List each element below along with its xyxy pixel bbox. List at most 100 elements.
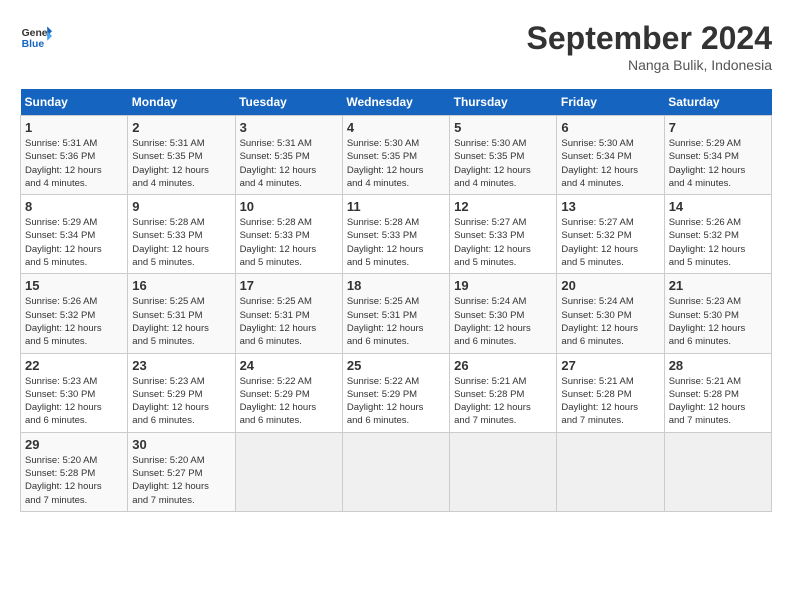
day-info: Sunrise: 5:24 AM Sunset: 5:30 PM Dayligh… <box>561 295 659 348</box>
day-number: 24 <box>240 358 338 373</box>
day-info: Sunrise: 5:26 AM Sunset: 5:32 PM Dayligh… <box>669 216 767 269</box>
svg-text:Blue: Blue <box>22 39 45 50</box>
day-number: 6 <box>561 120 659 135</box>
day-info: Sunrise: 5:30 AM Sunset: 5:35 PM Dayligh… <box>347 137 445 190</box>
col-thursday: Thursday <box>450 89 557 116</box>
day-number: 25 <box>347 358 445 373</box>
day-info: Sunrise: 5:28 AM Sunset: 5:33 PM Dayligh… <box>347 216 445 269</box>
day-number: 5 <box>454 120 552 135</box>
day-info: Sunrise: 5:21 AM Sunset: 5:28 PM Dayligh… <box>454 375 552 428</box>
day-number: 17 <box>240 278 338 293</box>
day-number: 28 <box>669 358 767 373</box>
table-cell: 17Sunrise: 5:25 AM Sunset: 5:31 PM Dayli… <box>235 274 342 353</box>
table-cell: 15Sunrise: 5:26 AM Sunset: 5:32 PM Dayli… <box>21 274 128 353</box>
day-info: Sunrise: 5:31 AM Sunset: 5:35 PM Dayligh… <box>240 137 338 190</box>
table-cell: 25 Sunrise: 5:22 AM Sunset: 5:29 PM Dayli… <box>342 353 449 432</box>
page-header: General Blue September 2024 Nanga Bulik,… <box>20 20 772 73</box>
table-cell: 20Sunrise: 5:24 AM Sunset: 5:30 PM Dayli… <box>557 274 664 353</box>
table-cell: 5 Sunrise: 5:30 AM Sunset: 5:35 PM Daylig… <box>450 116 557 195</box>
table-cell: 13 Sunrise: 5:27 AM Sunset: 5:32 PM Dayli… <box>557 195 664 274</box>
table-cell: 18 Sunrise: 5:25 AM Sunset: 5:31 PM Dayli… <box>342 274 449 353</box>
calendar-row: 1 Sunrise: 5:31 AM Sunset: 5:36 PM Daylig… <box>21 116 772 195</box>
col-friday: Friday <box>557 89 664 116</box>
table-cell: 30 Sunrise: 5:20 AM Sunset: 5:27 PM Dayli… <box>128 432 235 511</box>
table-cell: 22 Sunrise: 5:23 AM Sunset: 5:30 PM Dayli… <box>21 353 128 432</box>
table-cell: 11 Sunrise: 5:28 AM Sunset: 5:33 PM Dayli… <box>342 195 449 274</box>
table-cell: 23 Sunrise: 5:23 AM Sunset: 5:29 PM Dayli… <box>128 353 235 432</box>
day-info: Sunrise: 5:29 AM Sunset: 5:34 PM Dayligh… <box>25 216 123 269</box>
day-number: 26 <box>454 358 552 373</box>
table-cell <box>235 432 342 511</box>
col-saturday: Saturday <box>664 89 771 116</box>
table-cell <box>557 432 664 511</box>
day-info: Sunrise: 5:23 AM Sunset: 5:30 PM Dayligh… <box>25 375 123 428</box>
table-cell: 12 Sunrise: 5:27 AM Sunset: 5:33 PM Dayli… <box>450 195 557 274</box>
day-info: Sunrise: 5:20 AM Sunset: 5:27 PM Dayligh… <box>132 454 230 507</box>
col-sunday: Sunday <box>21 89 128 116</box>
day-info: Sunrise: 5:27 AM Sunset: 5:33 PM Dayligh… <box>454 216 552 269</box>
day-info: Sunrise: 5:21 AM Sunset: 5:28 PM Dayligh… <box>561 375 659 428</box>
day-number: 15 <box>25 278 123 293</box>
day-info: Sunrise: 5:28 AM Sunset: 5:33 PM Dayligh… <box>132 216 230 269</box>
day-number: 21 <box>669 278 767 293</box>
table-cell: 8Sunrise: 5:29 AM Sunset: 5:34 PM Daylig… <box>21 195 128 274</box>
table-cell: 1 Sunrise: 5:31 AM Sunset: 5:36 PM Daylig… <box>21 116 128 195</box>
day-number: 4 <box>347 120 445 135</box>
day-number: 13 <box>561 199 659 214</box>
table-cell: 7Sunrise: 5:29 AM Sunset: 5:34 PM Daylig… <box>664 116 771 195</box>
day-info: Sunrise: 5:20 AM Sunset: 5:28 PM Dayligh… <box>25 454 123 507</box>
table-cell: 26 Sunrise: 5:21 AM Sunset: 5:28 PM Dayli… <box>450 353 557 432</box>
calendar-row: 8Sunrise: 5:29 AM Sunset: 5:34 PM Daylig… <box>21 195 772 274</box>
day-number: 18 <box>347 278 445 293</box>
table-cell: 6 Sunrise: 5:30 AM Sunset: 5:34 PM Daylig… <box>557 116 664 195</box>
calendar-header-row: Sunday Monday Tuesday Wednesday Thursday… <box>21 89 772 116</box>
logo-icon: General Blue <box>20 20 52 52</box>
calendar-row: 29 Sunrise: 5:20 AM Sunset: 5:28 PM Dayli… <box>21 432 772 511</box>
table-cell: 16 Sunrise: 5:25 AM Sunset: 5:31 PM Dayli… <box>128 274 235 353</box>
day-number: 9 <box>132 199 230 214</box>
day-info: Sunrise: 5:28 AM Sunset: 5:33 PM Dayligh… <box>240 216 338 269</box>
table-cell: 19 Sunrise: 5:24 AM Sunset: 5:30 PM Dayli… <box>450 274 557 353</box>
calendar-table: Sunday Monday Tuesday Wednesday Thursday… <box>20 89 772 512</box>
table-cell <box>342 432 449 511</box>
table-cell: 24 Sunrise: 5:22 AM Sunset: 5:29 PM Dayli… <box>235 353 342 432</box>
day-info: Sunrise: 5:23 AM Sunset: 5:29 PM Dayligh… <box>132 375 230 428</box>
day-info: Sunrise: 5:25 AM Sunset: 5:31 PM Dayligh… <box>132 295 230 348</box>
day-number: 22 <box>25 358 123 373</box>
logo: General Blue <box>20 20 52 52</box>
day-info: Sunrise: 5:22 AM Sunset: 5:29 PM Dayligh… <box>240 375 338 428</box>
day-number: 16 <box>132 278 230 293</box>
table-cell: 9 Sunrise: 5:28 AM Sunset: 5:33 PM Daylig… <box>128 195 235 274</box>
day-number: 10 <box>240 199 338 214</box>
day-number: 2 <box>132 120 230 135</box>
day-info: Sunrise: 5:21 AM Sunset: 5:28 PM Dayligh… <box>669 375 767 428</box>
day-number: 12 <box>454 199 552 214</box>
day-info: Sunrise: 5:24 AM Sunset: 5:30 PM Dayligh… <box>454 295 552 348</box>
day-number: 23 <box>132 358 230 373</box>
day-info: Sunrise: 5:31 AM Sunset: 5:36 PM Dayligh… <box>25 137 123 190</box>
day-number: 14 <box>669 199 767 214</box>
table-cell <box>664 432 771 511</box>
day-info: Sunrise: 5:27 AM Sunset: 5:32 PM Dayligh… <box>561 216 659 269</box>
day-info: Sunrise: 5:22 AM Sunset: 5:29 PM Dayligh… <box>347 375 445 428</box>
col-monday: Monday <box>128 89 235 116</box>
table-cell: 3Sunrise: 5:31 AM Sunset: 5:35 PM Daylig… <box>235 116 342 195</box>
table-cell: 14 Sunrise: 5:26 AM Sunset: 5:32 PM Dayli… <box>664 195 771 274</box>
day-number: 1 <box>25 120 123 135</box>
table-cell: 21Sunrise: 5:23 AM Sunset: 5:30 PM Dayli… <box>664 274 771 353</box>
day-number: 11 <box>347 199 445 214</box>
title-block: September 2024 Nanga Bulik, Indonesia <box>527 20 772 73</box>
table-cell: 4 Sunrise: 5:30 AM Sunset: 5:35 PM Daylig… <box>342 116 449 195</box>
day-number: 29 <box>25 437 123 452</box>
table-cell: 28 Sunrise: 5:21 AM Sunset: 5:28 PM Dayli… <box>664 353 771 432</box>
day-info: Sunrise: 5:30 AM Sunset: 5:34 PM Dayligh… <box>561 137 659 190</box>
day-info: Sunrise: 5:30 AM Sunset: 5:35 PM Dayligh… <box>454 137 552 190</box>
location: Nanga Bulik, Indonesia <box>527 57 772 73</box>
calendar-row: 22 Sunrise: 5:23 AM Sunset: 5:30 PM Dayli… <box>21 353 772 432</box>
col-tuesday: Tuesday <box>235 89 342 116</box>
table-cell <box>450 432 557 511</box>
day-info: Sunrise: 5:25 AM Sunset: 5:31 PM Dayligh… <box>347 295 445 348</box>
day-number: 19 <box>454 278 552 293</box>
day-number: 30 <box>132 437 230 452</box>
day-info: Sunrise: 5:31 AM Sunset: 5:35 PM Dayligh… <box>132 137 230 190</box>
